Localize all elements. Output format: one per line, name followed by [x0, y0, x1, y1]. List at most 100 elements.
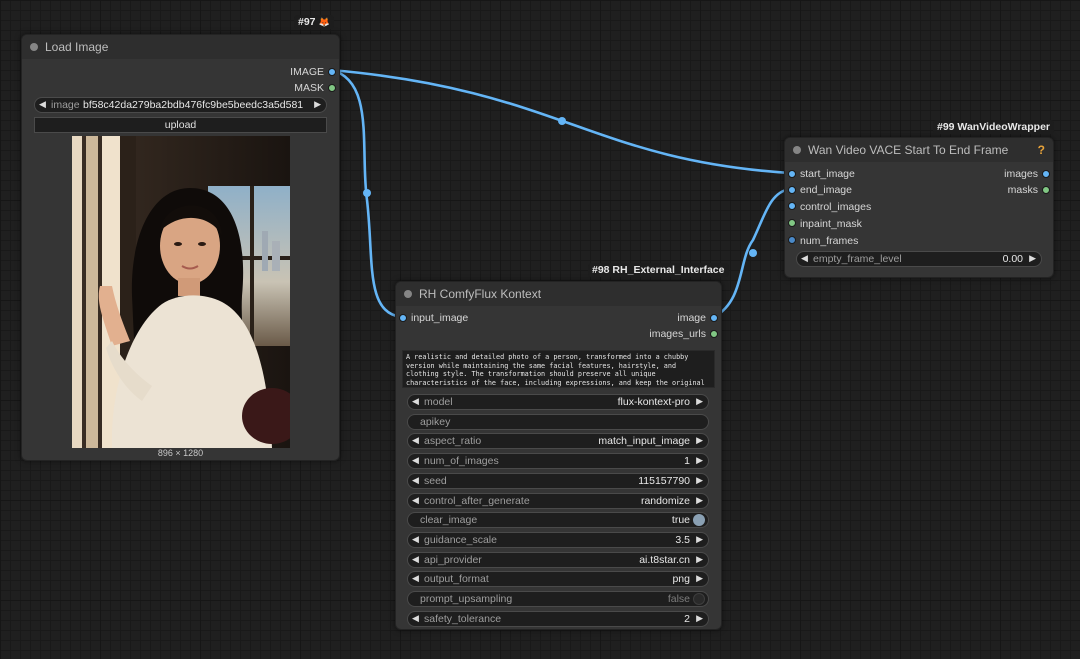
arrow-right-icon[interactable]: ▶: [1029, 253, 1036, 264]
image-select-widget[interactable]: ◀ image bf58c42da279ba2bdb476fc9be5beedc…: [34, 97, 327, 113]
input-port-start-image[interactable]: [788, 170, 796, 178]
output-port-image[interactable]: [710, 314, 718, 322]
widget-value: 3.5: [675, 533, 690, 546]
arrow-left-icon[interactable]: ◀: [412, 573, 419, 584]
output-label-images: images: [1004, 168, 1038, 180]
widget-label: api_provider: [424, 553, 482, 566]
input-port-control-images[interactable]: [788, 202, 796, 210]
arrow-right-icon[interactable]: ▶: [696, 534, 703, 545]
arrow-left-icon[interactable]: ◀: [801, 253, 808, 264]
arrow-left-icon[interactable]: ◀: [412, 455, 419, 466]
wire-image-to-end-image[interactable]: [713, 187, 791, 319]
node-title-bar[interactable]: Load Image: [22, 35, 339, 59]
arrow-right-icon[interactable]: ▶: [696, 495, 703, 506]
collapse-dot-icon[interactable]: [404, 290, 412, 298]
arrow-right-icon[interactable]: ▶: [314, 99, 321, 110]
arrow-right-icon[interactable]: ▶: [696, 554, 703, 565]
arrow-left-icon[interactable]: ◀: [39, 99, 46, 110]
output-label-masks: masks: [1007, 184, 1038, 196]
widget-label: control_after_generate: [424, 494, 530, 507]
widget-api-provider[interactable]: ◀ api_provider ai.t8star.cn ▶: [407, 551, 709, 568]
widget-seed[interactable]: ◀ seed 115157790 ▶: [407, 472, 709, 489]
arrow-left-icon[interactable]: ◀: [412, 396, 419, 407]
input-port-end-image[interactable]: [788, 186, 796, 194]
arrow-left-icon[interactable]: ◀: [412, 475, 419, 486]
output-port-images[interactable]: [1042, 170, 1050, 178]
widget-value: 1: [684, 455, 690, 468]
arrow-right-icon[interactable]: ▶: [696, 613, 703, 624]
wire-midpoint-dot[interactable]: [749, 249, 757, 257]
wire-midpoint-dot[interactable]: [558, 117, 566, 125]
fox-icon: 🦊: [318, 17, 330, 27]
widget-value: 115157790: [638, 474, 690, 487]
input-label-input-image: input_image: [411, 312, 469, 324]
input-port-input-image[interactable]: [399, 314, 407, 322]
output-port-mask[interactable]: [328, 84, 336, 92]
prompt-textarea[interactable]: A realistic and detailed photo of a pers…: [402, 350, 715, 388]
load-image-node[interactable]: Load Image IMAGE MASK ◀ image bf58c42da2…: [21, 34, 340, 461]
node-title: Wan Video VACE Start To End Frame: [808, 143, 1009, 157]
widget-guidance-scale[interactable]: ◀ guidance_scale 3.5 ▶: [407, 531, 709, 548]
node-badge: #99 WanVideoWrapper: [933, 120, 1055, 134]
arrow-right-icon[interactable]: ▶: [696, 455, 703, 466]
node-title: RH ComfyFlux Kontext: [419, 287, 542, 301]
output-port-images-urls[interactable]: [710, 330, 718, 338]
input-label-num-frames: num_frames: [800, 235, 859, 247]
input-label-end-image: end_image: [800, 184, 852, 196]
widget-label: prompt_upsampling: [420, 593, 513, 605]
node-title-bar[interactable]: Wan Video VACE Start To End Frame ?: [785, 138, 1053, 162]
widget-value: 0.00: [1002, 253, 1023, 265]
toggle-icon[interactable]: [693, 514, 705, 527]
widget-value: false: [667, 593, 690, 605]
flux-kontext-node[interactable]: RH ComfyFlux Kontext input_image image i…: [395, 281, 722, 630]
output-port-masks[interactable]: [1042, 186, 1050, 194]
arrow-left-icon[interactable]: ◀: [412, 534, 419, 545]
input-label-inpaint-mask: inpaint_mask: [800, 218, 862, 230]
widget-label: apikey: [420, 415, 451, 428]
wan-vace-node[interactable]: Wan Video VACE Start To End Frame ? star…: [784, 137, 1054, 278]
widget-prompt-upsampling[interactable]: prompt_upsampling false: [407, 591, 709, 607]
widget-control-after-generate[interactable]: ◀ control_after_generate randomize ▶: [407, 492, 709, 509]
widget-value: 2: [684, 612, 690, 625]
arrow-right-icon[interactable]: ▶: [696, 475, 703, 486]
widget-apikey[interactable]: apikey: [407, 413, 709, 430]
widget-label: output_format: [424, 573, 489, 586]
collapse-dot-icon[interactable]: [30, 43, 38, 51]
widget-output-format[interactable]: ◀ output_format png ▶: [407, 571, 709, 588]
arrow-left-icon[interactable]: ◀: [412, 554, 419, 565]
arrow-left-icon[interactable]: ◀: [412, 613, 419, 624]
input-label-start-image: start_image: [800, 168, 855, 180]
widget-aspect-ratio[interactable]: ◀ aspect_ratio match_input_image ▶: [407, 433, 709, 450]
widget-value: true: [671, 514, 690, 527]
widget-label: image: [51, 99, 80, 111]
output-port-image[interactable]: [328, 68, 336, 76]
wire-midpoint-dot[interactable]: [363, 189, 371, 197]
input-port-inpaint-mask[interactable]: [788, 219, 796, 227]
wire-image-to-input-image[interactable]: [330, 68, 402, 319]
widget-label: empty_frame_level: [813, 253, 902, 265]
wire-image-to-start-image[interactable]: [330, 68, 791, 175]
widget-clear-image[interactable]: clear_image true: [407, 512, 709, 529]
input-port-num-frames[interactable]: [788, 236, 796, 244]
widget-safety-tolerance[interactable]: ◀ safety_tolerance 2 ▶: [407, 610, 709, 627]
empty-frame-level-widget[interactable]: ◀ empty_frame_level 0.00 ▶: [796, 251, 1042, 267]
widget-value: bf58c42da279ba2bdb476fc9be5beedc3a5d581.…: [83, 99, 304, 111]
output-label-image: IMAGE: [290, 66, 324, 78]
arrow-right-icon[interactable]: ▶: [696, 435, 703, 446]
widget-value: randomize: [640, 494, 690, 507]
arrow-left-icon[interactable]: ◀: [412, 435, 419, 446]
widget-value: flux-kontext-pro: [617, 396, 690, 408]
widget-label: aspect_ratio: [424, 435, 482, 448]
node-title-bar[interactable]: RH ComfyFlux Kontext: [396, 282, 721, 306]
collapse-dot-icon[interactable]: [793, 146, 801, 154]
arrow-right-icon[interactable]: ▶: [696, 396, 703, 407]
help-icon[interactable]: ?: [1038, 138, 1045, 162]
arrow-right-icon[interactable]: ▶: [696, 573, 703, 584]
toggle-icon[interactable]: [693, 593, 705, 605]
arrow-left-icon[interactable]: ◀: [412, 495, 419, 506]
widget-num-of-images[interactable]: ◀ num_of_images 1 ▶: [407, 453, 709, 470]
widget-model[interactable]: ◀ model flux-kontext-pro ▶: [407, 394, 709, 410]
upload-button[interactable]: upload: [34, 117, 327, 133]
output-label-mask: MASK: [294, 82, 324, 94]
widget-value: match_input_image: [598, 435, 690, 448]
